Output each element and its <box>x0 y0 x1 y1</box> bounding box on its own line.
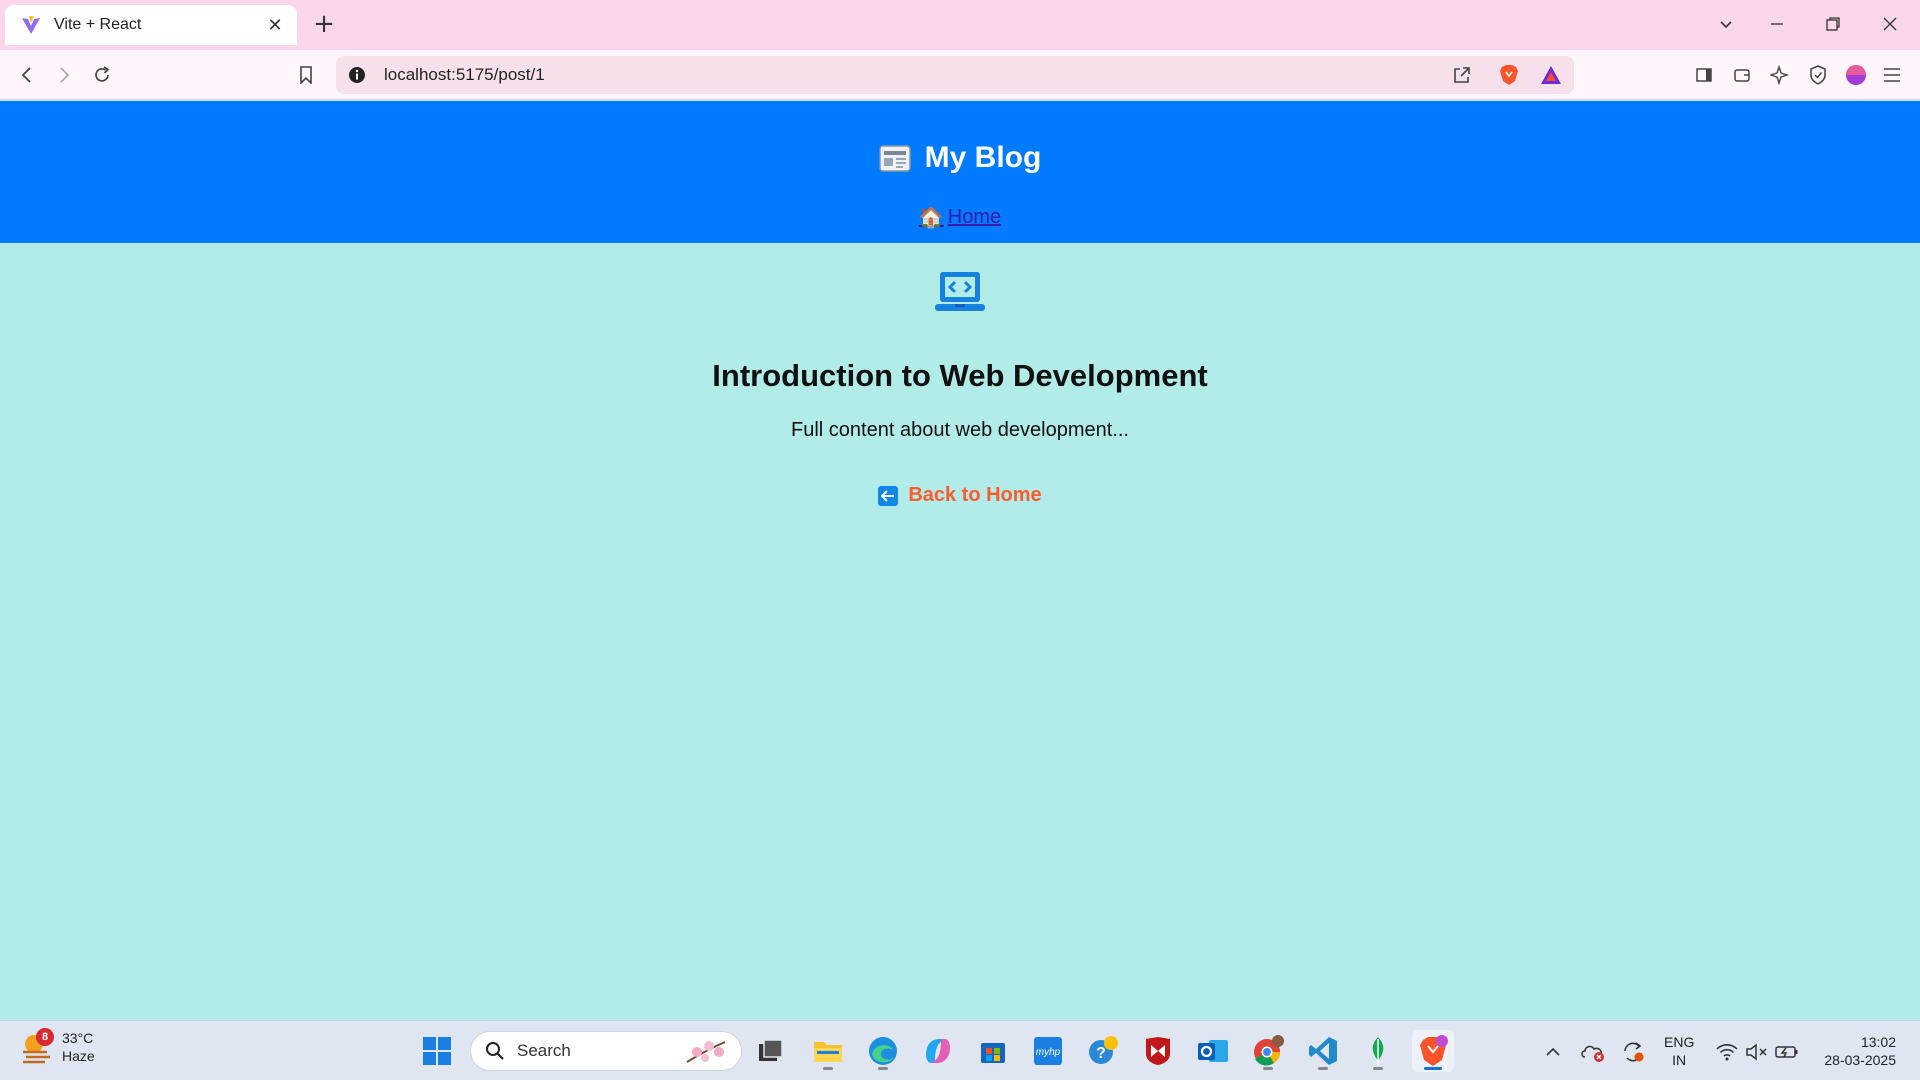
running-indicator <box>823 1067 833 1070</box>
url-text: localhost:5175/post/1 <box>384 65 545 84</box>
system-clock[interactable]: 13:02 28-03-2025 <box>1810 1033 1896 1069</box>
minimize-icon[interactable] <box>1759 8 1795 40</box>
site-header: My Blog 🏠 Home <box>0 101 1920 243</box>
myhp-icon[interactable]: myhp <box>1027 1030 1069 1072</box>
sync-icon[interactable] <box>1620 1039 1646 1065</box>
svg-text:myhp: myhp <box>1036 1047 1061 1058</box>
input-language[interactable]: ENG IN <box>1664 1033 1694 1069</box>
search-label: Search <box>517 1041 571 1060</box>
copilot-icon[interactable] <box>917 1030 959 1072</box>
back-arrow-icon <box>878 485 899 506</box>
forward-arrow-icon[interactable] <box>48 59 80 91</box>
temperature: 33°C <box>62 1030 94 1046</box>
close-window-icon[interactable] <box>1872 8 1908 40</box>
tab-title: Vite + React <box>54 16 142 33</box>
nav-home-label: Home <box>947 206 1002 228</box>
running-indicator <box>1318 1067 1328 1070</box>
reload-icon[interactable] <box>86 59 118 91</box>
vpn-shield-icon[interactable] <box>1802 59 1834 91</box>
microsoft-store-icon[interactable] <box>972 1030 1014 1072</box>
windows-taskbar: 8 33°C Haze Search myhp ? ENG IN 13:02 2… <box>0 1020 1920 1080</box>
house-icon: 🏠 <box>918 207 944 229</box>
search-icon <box>486 1042 504 1060</box>
chrome-icon[interactable] <box>1247 1030 1289 1072</box>
task-view-icon[interactable] <box>750 1030 792 1072</box>
volume-muted-icon[interactable] <box>1744 1039 1770 1065</box>
address-bar[interactable]: localhost:5175/post/1 <box>336 56 1574 94</box>
menu-icon[interactable] <box>1876 59 1908 91</box>
vite-logo-icon <box>20 14 42 36</box>
restore-icon[interactable] <box>1815 8 1851 40</box>
leo-ai-icon[interactable] <box>1764 59 1796 91</box>
weather-haze-icon: 8 <box>20 1028 54 1064</box>
laptop-code-icon <box>934 270 986 314</box>
running-indicator <box>1263 1067 1273 1070</box>
wallet-icon[interactable] <box>1726 59 1758 91</box>
weather-widget[interactable]: 8 33°C Haze <box>20 1028 95 1065</box>
back-to-home-label: Back to Home <box>908 484 1042 506</box>
active-indicator <box>1424 1067 1442 1070</box>
new-tab-button[interactable]: + <box>310 9 338 39</box>
get-help-icon[interactable]: ? <box>1082 1030 1124 1072</box>
browser-tab-strip: Vite + React ✕ + <box>0 0 1920 50</box>
brave-browser-icon[interactable] <box>1412 1030 1454 1072</box>
mcafee-icon[interactable] <box>1137 1030 1179 1072</box>
file-explorer-icon[interactable] <box>807 1030 849 1072</box>
outlook-icon[interactable] <box>1192 1030 1234 1072</box>
show-hidden-icons-chevron-icon[interactable] <box>1540 1039 1566 1065</box>
svg-text:?: ? <box>1096 1045 1106 1062</box>
back-to-home-link[interactable]: Back to Home <box>0 484 1920 507</box>
cherry-blossom-icon <box>686 1041 726 1063</box>
running-indicator <box>878 1067 888 1070</box>
battery-charging-icon[interactable] <box>1774 1039 1800 1065</box>
taskbar-search[interactable]: Search <box>470 1031 742 1071</box>
sidebar-icon[interactable] <box>1688 59 1720 91</box>
mongodb-compass-icon[interactable] <box>1357 1030 1399 1072</box>
post-title: Introduction to Web Development <box>712 358 1208 393</box>
browser-tab[interactable]: Vite + React ✕ <box>5 5 297 45</box>
tab-close-icon[interactable]: ✕ <box>263 13 287 37</box>
vscode-icon[interactable] <box>1302 1030 1344 1072</box>
newspaper-icon <box>878 143 911 173</box>
edge-browser-icon[interactable] <box>862 1030 904 1072</box>
start-windows-icon[interactable] <box>416 1030 458 1072</box>
bookmark-icon[interactable] <box>290 59 322 91</box>
language-region: IN <box>1672 1052 1687 1068</box>
brave-shields-icon[interactable] <box>1494 60 1524 90</box>
tab-search-chevron-icon[interactable] <box>1708 8 1744 40</box>
main-nav: 🏠 Home <box>0 205 1920 230</box>
clock-time: 13:02 <box>1860 1034 1896 1050</box>
share-icon[interactable] <box>1447 60 1477 90</box>
site-title: My Blog <box>924 141 1042 174</box>
profile-avatar-icon[interactable] <box>1840 59 1872 91</box>
running-indicator <box>1373 1067 1383 1070</box>
back-arrow-icon[interactable] <box>11 59 43 91</box>
onedrive-error-icon[interactable] <box>1580 1039 1606 1065</box>
weather-condition: Haze <box>62 1048 95 1064</box>
clock-date: 28-03-2025 <box>1824 1052 1896 1068</box>
wifi-icon[interactable] <box>1714 1039 1740 1065</box>
browser-toolbar: localhost:5175/post/1 <box>0 50 1920 100</box>
site-info-icon[interactable] <box>346 64 368 86</box>
brand: My Blog <box>0 141 1920 175</box>
brave-rewards-icon[interactable] <box>1536 60 1566 90</box>
post-content: Full content about web development... <box>791 419 1129 441</box>
language-code: ENG <box>1664 1034 1695 1050</box>
nav-home-link[interactable]: 🏠 Home <box>919 205 1001 230</box>
weather-alert-badge: 8 <box>36 1028 54 1046</box>
